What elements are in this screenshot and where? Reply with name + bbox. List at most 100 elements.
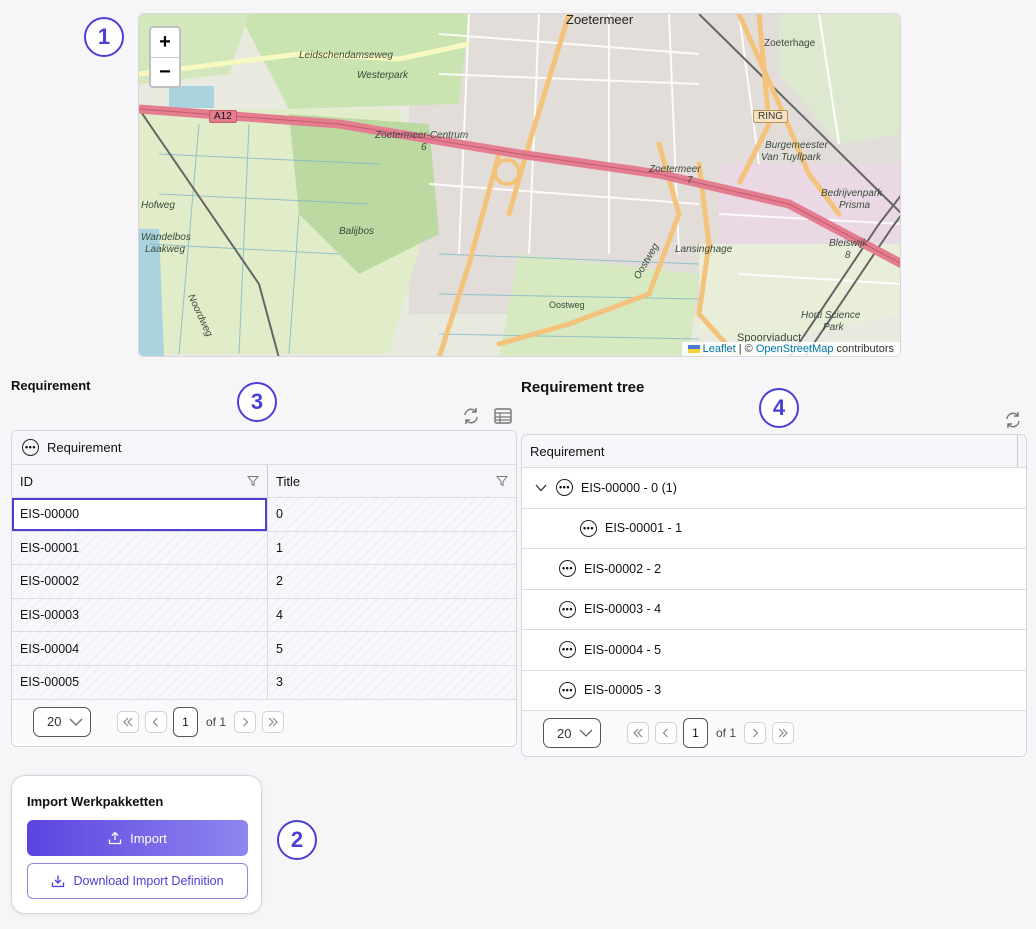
annotation-3: 3 xyxy=(237,382,277,422)
requirement-pager: 20 1 of 1 xyxy=(12,699,516,744)
map-label-leidsch: Leidschendamseweg xyxy=(299,50,393,61)
chevron-left-icon xyxy=(152,717,158,726)
tree-node-label: EIS-00004 - 5 xyxy=(584,642,662,657)
map-label-ballijbos: Balijbos xyxy=(339,226,375,237)
table-row[interactable]: EIS-00002 2 xyxy=(12,565,516,599)
cell-title[interactable]: 0 xyxy=(266,498,516,531)
prev-page-button[interactable] xyxy=(145,710,167,733)
page-size-select[interactable]: 20 xyxy=(33,706,91,737)
map-label-park: Park xyxy=(823,322,844,333)
tree-column-requirement[interactable]: Requirement xyxy=(522,435,1018,467)
prev-page-button[interactable] xyxy=(655,722,677,744)
last-page-button[interactable] xyxy=(262,710,285,733)
cell-title[interactable]: 1 xyxy=(266,531,516,565)
requirement-grid-header: ••• Requirement xyxy=(12,431,516,465)
map-label-station: Zoetermeer xyxy=(649,164,701,175)
tree-node-label: EIS-00003 - 4 xyxy=(584,602,662,617)
leaflet-link[interactable]: Leaflet xyxy=(703,343,736,355)
cell-title[interactable]: 2 xyxy=(266,565,516,598)
cell-id[interactable]: EIS-00001 xyxy=(12,532,267,565)
import-button[interactable]: Import xyxy=(27,820,248,856)
tree-node-label: EIS-00001 - 1 xyxy=(605,521,683,536)
table-row[interactable]: EIS-00003 4 xyxy=(12,598,516,633)
attribution-separator: | © xyxy=(735,343,756,355)
cell-id[interactable]: EIS-00005 xyxy=(12,666,267,699)
double-chevron-right-icon xyxy=(778,728,788,738)
download-import-definition-button[interactable]: Download Import Definition xyxy=(27,863,248,899)
table-row[interactable]: EIS-00001 1 xyxy=(12,531,516,566)
column-header-row: ID Title xyxy=(12,465,516,498)
map-label-zoeterhage: Zoeterhage xyxy=(764,38,816,49)
more-options-icon[interactable]: ••• xyxy=(22,439,39,456)
map-label-bleiswijk: Bleiswijk xyxy=(829,238,868,249)
table-row[interactable]: EIS-00005 3 xyxy=(12,665,516,700)
double-chevron-right-icon xyxy=(268,717,278,726)
more-options-icon[interactable]: ••• xyxy=(559,681,576,699)
more-options-icon[interactable]: ••• xyxy=(559,641,576,659)
attribution-suffix: contributors xyxy=(833,343,894,355)
requirement-grid-title: Requirement xyxy=(47,440,122,455)
chevron-down-icon xyxy=(579,729,593,737)
tree-node[interactable]: ••• EIS-00000 - 0 (1) xyxy=(522,468,1026,509)
more-options-icon[interactable]: ••• xyxy=(559,600,576,618)
map-label-burgemeester: Burgemeester xyxy=(765,140,828,151)
last-page-button[interactable] xyxy=(772,722,795,744)
tree-node[interactable]: ••• EIS-00002 - 2 xyxy=(522,549,1026,590)
page-size-value: 20 xyxy=(557,725,572,741)
ukraine-flag-icon xyxy=(687,345,700,354)
cell-id[interactable]: EIS-00002 xyxy=(12,565,267,598)
requirement-tree: Requirement ••• EIS-00000 - 0 (1) ••• EI… xyxy=(521,434,1027,757)
filter-icon[interactable] xyxy=(496,475,508,487)
cell-title[interactable]: 4 xyxy=(266,598,516,632)
cell-title[interactable]: 3 xyxy=(266,665,516,699)
map-label-station-num: 7 xyxy=(687,175,693,186)
next-page-button[interactable] xyxy=(234,710,257,733)
more-options-icon[interactable]: ••• xyxy=(556,479,573,497)
table-row[interactable]: EIS-00000 0 xyxy=(12,498,516,532)
map-label-city: Zoetermeer xyxy=(566,13,634,27)
tree-node-label: EIS-00005 - 3 xyxy=(584,683,662,698)
upload-icon xyxy=(108,831,122,845)
next-page-button[interactable] xyxy=(744,722,767,744)
tree-column-label: Requirement xyxy=(530,443,605,459)
annotation-2: 2 xyxy=(277,820,317,860)
map-label-westerpark: Westerpark xyxy=(357,70,408,81)
tree-node[interactable]: ••• EIS-00003 - 4 xyxy=(522,590,1026,630)
map-sign-a12: A12 xyxy=(209,110,237,123)
page-size-value: 20 xyxy=(47,714,62,730)
tree-node[interactable]: ••• EIS-00004 - 5 xyxy=(522,630,1026,671)
map-label-centrum-num: 6 xyxy=(421,142,427,153)
refresh-icon[interactable] xyxy=(461,406,481,426)
requirement-section-title: Requirement xyxy=(11,378,91,393)
page-size-select[interactable]: 20 xyxy=(543,718,601,748)
cell-id[interactable]: EIS-00000 xyxy=(12,498,267,531)
table-row[interactable]: EIS-00004 5 xyxy=(12,632,516,666)
zoom-out-button[interactable]: − xyxy=(151,57,179,86)
import-button-label: Import xyxy=(130,830,167,846)
tree-node[interactable]: ••• EIS-00005 - 3 xyxy=(522,671,1026,711)
tree-node-label: EIS-00000 - 0 (1) xyxy=(581,480,677,495)
osm-link[interactable]: OpenStreetMap xyxy=(756,343,834,355)
column-header-id[interactable]: ID xyxy=(12,465,267,497)
cell-id[interactable]: EIS-00004 xyxy=(12,632,267,665)
current-page-input[interactable]: 1 xyxy=(173,706,198,737)
zoom-in-button[interactable]: + xyxy=(151,28,179,57)
chevron-down-icon[interactable] xyxy=(534,481,548,495)
tree-pager: 20 1 of 1 xyxy=(522,711,1026,755)
current-page-input[interactable]: 1 xyxy=(683,718,708,748)
map-view[interactable]: + − Zoetermeer Leidschendamseweg Zoeterh… xyxy=(138,13,901,357)
more-options-icon[interactable]: ••• xyxy=(559,560,576,578)
first-page-button[interactable] xyxy=(117,710,139,733)
cell-id[interactable]: EIS-00003 xyxy=(12,599,267,632)
first-page-button[interactable] xyxy=(627,722,649,744)
chevron-right-icon xyxy=(753,728,759,738)
page-count: of 1 xyxy=(206,714,227,729)
more-options-icon[interactable]: ••• xyxy=(580,519,597,537)
refresh-icon[interactable] xyxy=(1003,410,1023,430)
tree-node[interactable]: ••• EIS-00001 - 1 xyxy=(522,509,1026,549)
cell-title[interactable]: 5 xyxy=(266,632,516,665)
table-view-icon[interactable] xyxy=(493,406,513,426)
filter-icon[interactable] xyxy=(246,475,259,487)
map-attribution: Leaflet | © OpenStreetMap contributors xyxy=(681,342,900,356)
column-header-title[interactable]: Title xyxy=(266,465,516,497)
